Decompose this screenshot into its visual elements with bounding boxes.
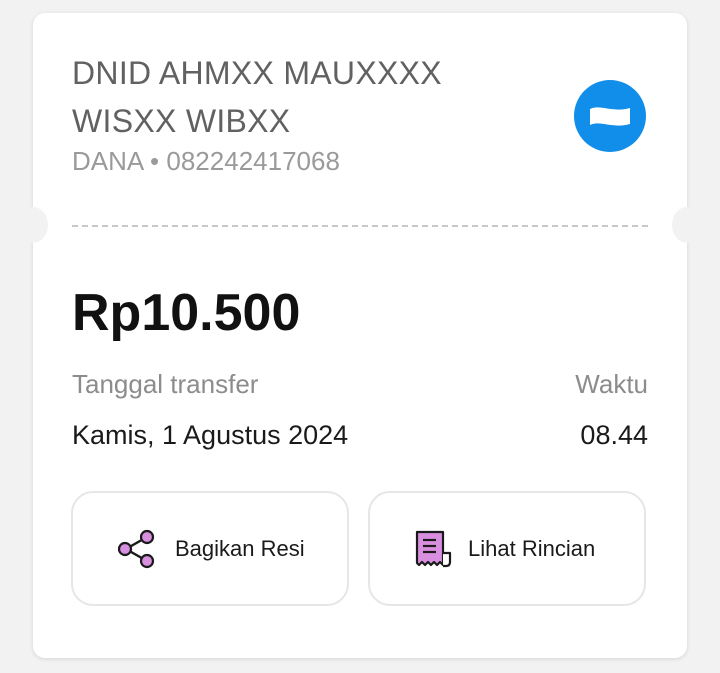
bank-name: DANA <box>72 146 143 176</box>
view-details-button[interactable]: Lihat Rincian <box>368 491 646 606</box>
recipient-name: DNID AHMXX MAUXXXX WISXX WIBXX <box>72 55 442 139</box>
transfer-time-label: Waktu <box>575 369 648 399</box>
separator-dot: • <box>150 146 160 176</box>
transfer-receipt-card: DNID AHMXX MAUXXXX WISXX WIBXX DANA • 08… <box>18 13 702 658</box>
transfer-time-value: 08.44 <box>580 420 648 450</box>
transfer-amount: Rp10.500 <box>72 284 301 342</box>
ticket-notch-left <box>18 207 48 243</box>
transfer-date-value: Kamis, 1 Agustus 2024 <box>72 420 349 450</box>
receipt-icon <box>410 527 454 571</box>
dana-logo-icon <box>574 80 646 152</box>
share-icon <box>115 527 159 571</box>
dashed-divider <box>72 225 648 227</box>
account-number: 082242417068 <box>166 146 340 176</box>
transfer-date-label: Tanggal transfer <box>72 369 259 399</box>
share-receipt-label: Bagikan Resi <box>175 535 305 561</box>
share-receipt-button[interactable]: Bagikan Resi <box>71 491 349 606</box>
ticket-notch-right <box>672 207 702 243</box>
view-details-label: Lihat Rincian <box>468 535 596 561</box>
recipient-account-info: DANA • 082242417068 <box>72 144 340 178</box>
